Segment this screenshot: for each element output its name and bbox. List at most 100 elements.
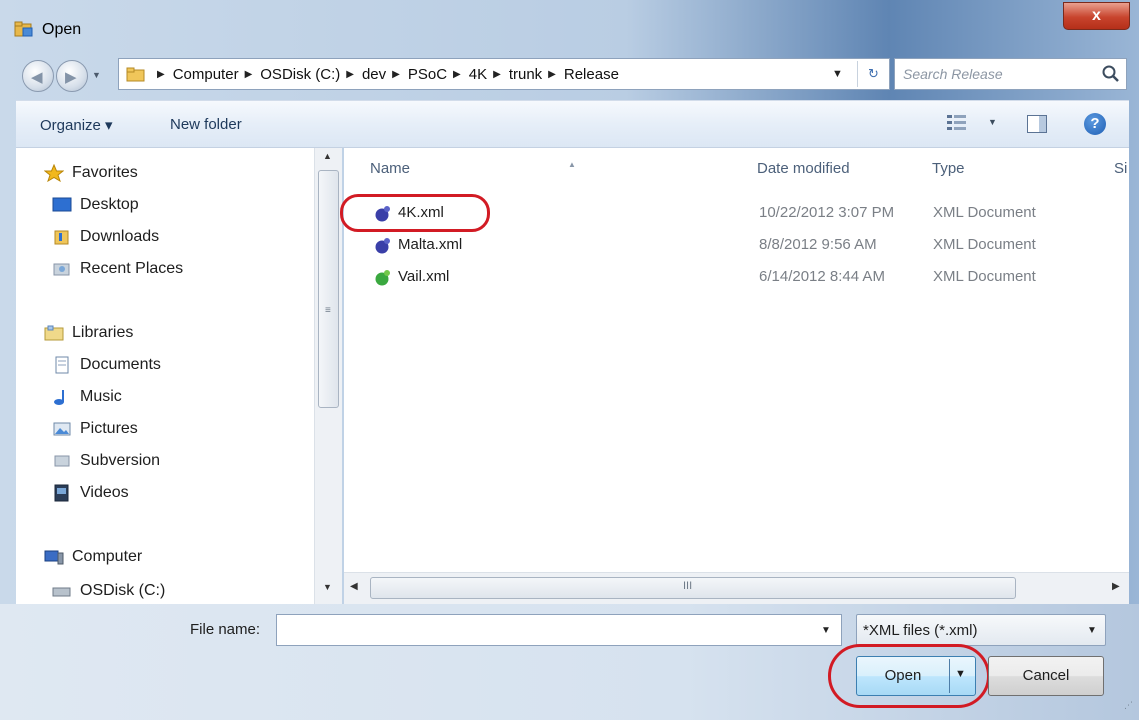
sidebar-item-favorites[interactable]: Favorites	[44, 164, 138, 182]
scroll-up-icon[interactable]: ▲	[323, 151, 332, 161]
sidebar-item-label: OSDisk (C:)	[80, 582, 166, 599]
dialog-footer: File name: ▼ *XML files (*.xml) ▼ Open ▼…	[0, 604, 1139, 720]
sidebar-item-label: Computer	[72, 548, 143, 565]
change-view-icon[interactable]	[946, 113, 968, 133]
address-dropdown-icon[interactable]: ▼	[832, 68, 843, 80]
column-header-size[interactable]: Si	[1114, 160, 1127, 177]
view-options-dropdown-icon[interactable]: ▼	[988, 117, 997, 127]
videos-icon	[54, 484, 69, 502]
pictures-icon	[53, 422, 71, 436]
sidebar-item-osdisk[interactable]: OSDisk (C:)	[52, 582, 165, 600]
breadcrumb-item[interactable]: OSDisk (C:)	[260, 66, 340, 83]
title-bar: Open x	[0, 0, 1139, 52]
libraries-icon	[44, 325, 64, 341]
sidebar-item-label: Desktop	[80, 196, 139, 213]
file-type: XML Document	[933, 268, 1036, 285]
computer-icon	[44, 550, 64, 565]
sidebar-item-computer[interactable]: Computer	[44, 548, 142, 566]
window-title: Open	[42, 21, 82, 38]
sidebar-item-subversion[interactable]: Subversion	[52, 452, 160, 470]
sidebar-item-pictures[interactable]: Pictures	[52, 420, 138, 438]
recent-locations-dropdown[interactable]: ▼	[92, 70, 101, 80]
sort-indicator-icon: ▲	[568, 160, 576, 169]
back-button[interactable]: ◀	[22, 60, 54, 92]
help-icon[interactable]: ?	[1084, 113, 1106, 135]
search-placeholder: Search Release	[903, 66, 1003, 82]
sidebar-item-label: Libraries	[72, 324, 134, 341]
search-icon[interactable]	[1101, 64, 1121, 84]
breadcrumb-separator-icon[interactable]: ▶	[493, 69, 501, 80]
sidebar-item-documents[interactable]: Documents	[52, 356, 161, 374]
breadcrumb-separator-icon[interactable]: ▶	[392, 69, 400, 80]
file-type-select[interactable]: *XML files (*.xml) ▼	[856, 614, 1106, 646]
file-name: Vail.xml	[398, 268, 450, 285]
scroll-thumb[interactable]: III	[370, 577, 1016, 599]
breadcrumb-item[interactable]: Release	[564, 66, 619, 83]
file-name-input[interactable]: ▼	[276, 614, 842, 646]
file-type: XML Document	[933, 236, 1036, 253]
close-button[interactable]: x	[1063, 2, 1130, 30]
scroll-left-icon[interactable]: ◀	[350, 581, 358, 592]
folder-icon	[126, 67, 145, 82]
sidebar-item-label: Subversion	[80, 452, 161, 469]
downloads-folder-icon	[54, 230, 69, 245]
sidebar-item-desktop[interactable]: Desktop	[52, 196, 139, 214]
open-dialog: Open x ◀ ▶ ▼ ▶ Computer ▶ OSDisk (C:) ▶ …	[0, 0, 1139, 720]
breadcrumb-separator-icon[interactable]: ▶	[157, 69, 165, 80]
open-folder-icon	[14, 21, 33, 37]
resize-grip-icon[interactable]: ⋰	[1124, 700, 1133, 711]
sidebar-item-videos[interactable]: Videos	[52, 484, 129, 502]
breadcrumb-item[interactable]: dev	[362, 66, 386, 83]
recent-places-icon	[53, 263, 70, 276]
table-row[interactable]: 4K.xml 10/22/2012 3:07 PM XML Document	[340, 194, 1129, 232]
breadcrumb-item[interactable]: Computer	[173, 66, 239, 83]
breadcrumb-item[interactable]: 4K	[469, 66, 487, 83]
table-row[interactable]: Vail.xml 6/14/2012 8:44 AM XML Document	[344, 262, 1129, 292]
highlight-annotation	[340, 194, 490, 232]
address-bar[interactable]: ▶ Computer ▶ OSDisk (C:) ▶ dev ▶ PSoC ▶ …	[118, 58, 890, 90]
organize-menu[interactable]: Organize ▾	[40, 116, 113, 134]
breadcrumb-item[interactable]: trunk	[509, 66, 542, 83]
preview-pane-icon[interactable]	[1027, 115, 1047, 133]
table-row[interactable]: Malta.xml 8/8/2012 9:56 AM XML Document	[344, 230, 1129, 260]
file-date: 6/14/2012 8:44 AM	[759, 268, 885, 285]
column-header-type[interactable]: Type	[932, 160, 965, 177]
sidebar-item-libraries[interactable]: Libraries	[44, 324, 133, 342]
chevron-down-icon[interactable]: ▼	[1087, 625, 1097, 636]
sidebar-item-recent-places[interactable]: Recent Places	[52, 260, 183, 278]
sidebar-item-label: Documents	[80, 356, 161, 373]
navigation-scrollbar[interactable]: ▲ ≡ ▼	[314, 148, 342, 604]
sidebar-item-label: Videos	[80, 484, 129, 501]
cancel-button[interactable]: Cancel	[988, 656, 1104, 696]
back-arrow-icon: ◀	[31, 69, 43, 86]
scroll-down-icon[interactable]: ▼	[323, 582, 332, 592]
file-name-label: File name:	[190, 621, 261, 638]
breadcrumb-item[interactable]: PSoC	[408, 66, 447, 83]
column-header-label: Name	[370, 160, 411, 177]
column-header-date[interactable]: Date modified	[757, 160, 850, 177]
desktop-icon	[52, 197, 72, 212]
file-name: Malta.xml	[398, 236, 463, 253]
navigation-pane: Favorites Desktop Downloads Recent Place…	[16, 148, 334, 604]
scroll-right-icon[interactable]: ▶	[1112, 581, 1120, 592]
xml-file-icon	[375, 270, 390, 286]
file-name-dropdown-icon[interactable]: ▼	[821, 625, 831, 636]
breadcrumb: ▶ Computer ▶ OSDisk (C:) ▶ dev ▶ PSoC ▶ …	[155, 66, 623, 83]
breadcrumb-separator-icon[interactable]: ▶	[453, 69, 461, 80]
scroll-thumb[interactable]: ≡	[318, 170, 339, 408]
sidebar-item-downloads[interactable]: Downloads	[52, 228, 159, 246]
forward-button[interactable]: ▶	[56, 60, 88, 92]
column-header-name[interactable]: Name ▲	[370, 160, 576, 177]
refresh-button[interactable]: ↻	[857, 61, 889, 87]
breadcrumb-separator-icon[interactable]: ▶	[548, 69, 556, 80]
new-folder-button[interactable]: New folder	[170, 116, 242, 133]
file-date: 8/8/2012 9:56 AM	[759, 236, 877, 253]
search-input[interactable]: Search Release	[894, 58, 1127, 90]
file-type-selected: *XML files (*.xml)	[863, 622, 978, 639]
sidebar-item-music[interactable]: Music	[52, 388, 122, 406]
horizontal-scrollbar[interactable]: ◀ III ▶	[344, 572, 1129, 604]
breadcrumb-separator-icon[interactable]: ▶	[245, 69, 253, 80]
breadcrumb-separator-icon[interactable]: ▶	[346, 69, 354, 80]
file-date: 10/22/2012 3:07 PM	[759, 204, 895, 221]
forward-arrow-icon: ▶	[65, 69, 77, 86]
